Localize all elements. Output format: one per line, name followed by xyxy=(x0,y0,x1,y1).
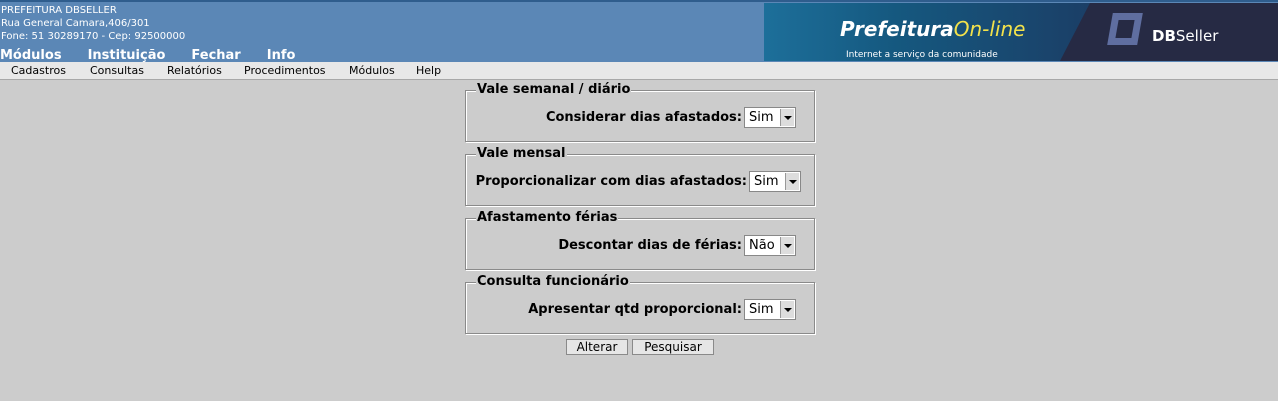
dbseller-logo-text: DBSeller xyxy=(1152,27,1218,45)
menu-item-relatorios[interactable]: Relatórios xyxy=(167,64,222,77)
field-label: Descontar dias de férias: xyxy=(558,238,742,253)
top-nav-fechar[interactable]: Fechar xyxy=(191,48,240,63)
chevron-down-icon[interactable] xyxy=(780,237,794,254)
po-brand: Prefeitura xyxy=(840,17,954,41)
form-row: Apresentar qtd proporcional: Sim xyxy=(528,299,796,320)
fieldset-consulta-funcionario: Consulta funcionário Apresentar qtd prop… xyxy=(465,274,815,334)
po-brand-accent: On-line xyxy=(953,17,1026,41)
top-nav-instituicao[interactable]: Instituição xyxy=(88,48,166,63)
fieldset-legend: Vale semanal / diário xyxy=(476,82,632,97)
form-row: Proporcionalizar com dias afastados: Sim xyxy=(476,171,801,192)
chevron-down-icon[interactable] xyxy=(785,173,799,190)
fieldset-afastamento-ferias: Afastamento férias Descontar dias de fér… xyxy=(465,210,815,270)
org-phone: Fone: 51 30289170 - Cep: 92500000 xyxy=(1,31,186,42)
select-value: Sim xyxy=(749,302,774,317)
top-nav-modulos[interactable]: Módulos xyxy=(0,48,62,63)
proporcionalizar-dias-afastados-select[interactable]: Sim xyxy=(749,171,801,192)
select-value: Sim xyxy=(754,174,779,189)
prefeitura-online-banner: PrefeituraOn-line Internet a serviço da … xyxy=(764,3,1094,61)
org-address: Rua General Camara,406/301 xyxy=(1,18,150,29)
prefeitura-online-logo: PrefeituraOn-line xyxy=(840,17,1025,41)
chevron-down-icon[interactable] xyxy=(780,109,794,126)
apresentar-qtd-proporcional-select[interactable]: Sim xyxy=(744,299,796,320)
menu-item-modulos[interactable]: Módulos xyxy=(349,64,395,77)
top-nav-info[interactable]: Info xyxy=(267,48,296,63)
fieldset-legend: Afastamento férias xyxy=(476,210,619,225)
fieldset-vale-semanal: Vale semanal / diário Considerar dias af… xyxy=(465,82,815,142)
menu-bar: Cadastros Consultas Relatórios Procedime… xyxy=(0,62,1278,80)
org-name: PREFEITURA DBSELLER xyxy=(1,5,117,16)
menu-item-consultas[interactable]: Consultas xyxy=(90,64,144,77)
select-value: Não xyxy=(749,238,775,253)
field-label: Considerar dias afastados: xyxy=(545,110,742,125)
field-label: Apresentar qtd proporcional: xyxy=(528,302,742,317)
select-value: Sim xyxy=(749,110,774,125)
db-brand-bold: DB xyxy=(1152,27,1176,45)
considerar-dias-afastados-select[interactable]: Sim xyxy=(744,107,796,128)
dbseller-banner: DBSeller xyxy=(1060,3,1278,61)
fieldset-vale-mensal: Vale mensal Proporcionalizar com dias af… xyxy=(465,146,815,206)
organization-info: PREFEITURA DBSELLER Rua General Camara,4… xyxy=(1,4,185,43)
db-brand-rest: Seller xyxy=(1175,27,1219,45)
po-tagline: Internet a serviço da comunidade xyxy=(846,50,998,60)
alterar-button[interactable]: Alterar xyxy=(566,339,628,355)
top-nav: Módulos Instituição Fechar Info xyxy=(0,48,321,63)
fieldset-legend: Vale mensal xyxy=(476,146,567,161)
form-row: Descontar dias de férias: Não xyxy=(558,235,796,256)
menu-item-procedimentos[interactable]: Procedimentos xyxy=(244,64,326,77)
pesquisar-button[interactable]: Pesquisar xyxy=(632,339,714,355)
dbseller-logo-icon xyxy=(1107,13,1143,45)
descontar-dias-ferias-select[interactable]: Não xyxy=(744,235,796,256)
chevron-down-icon[interactable] xyxy=(780,301,794,318)
fieldset-legend: Consulta funcionário xyxy=(476,274,630,289)
field-label: Proporcionalizar com dias afastados: xyxy=(475,174,747,189)
menu-item-help[interactable]: Help xyxy=(416,64,441,77)
menu-item-cadastros[interactable]: Cadastros xyxy=(11,64,66,77)
form-row: Considerar dias afastados: Sim xyxy=(546,107,796,128)
